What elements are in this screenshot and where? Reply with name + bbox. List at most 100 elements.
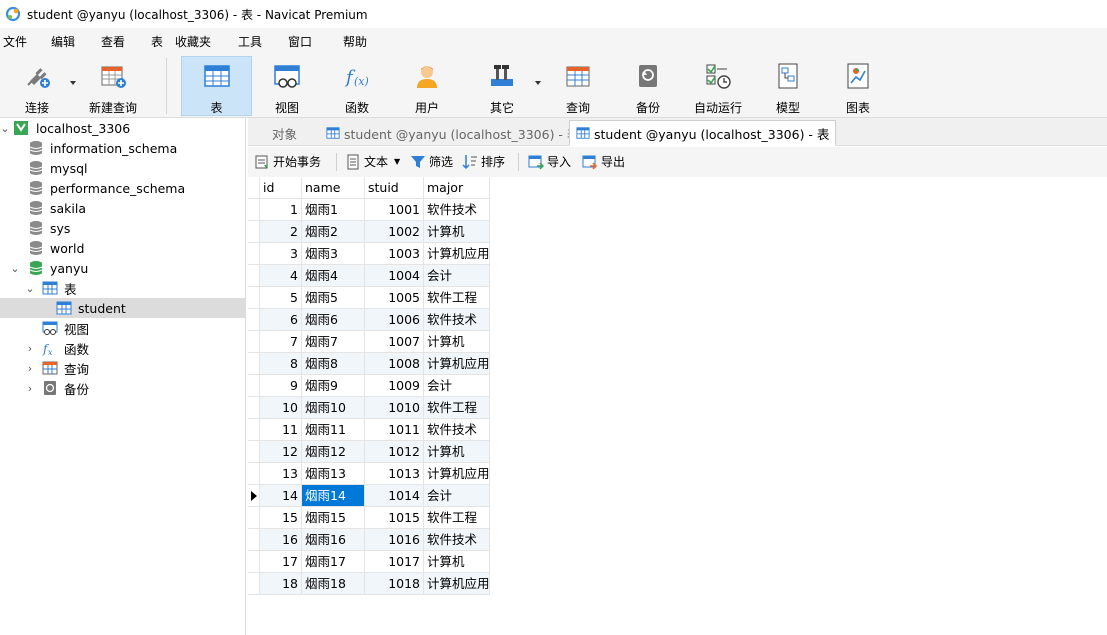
cell-major[interactable]: 软件技术	[424, 199, 490, 221]
cell-id[interactable]: 5	[260, 287, 302, 309]
cell-stuid[interactable]: 1011	[365, 419, 424, 441]
row-indicator[interactable]	[248, 309, 260, 331]
column-header-id[interactable]: id	[260, 177, 302, 199]
menu-view[interactable]: 查看	[101, 33, 125, 50]
cell-stuid[interactable]: 1014	[365, 485, 424, 507]
cell-stuid[interactable]: 1009	[365, 375, 424, 397]
view-button[interactable]: 视图	[263, 56, 311, 116]
cell-name[interactable]: 烟雨4	[302, 265, 365, 287]
cell-stuid[interactable]: 1015	[365, 507, 424, 529]
tab-objects[interactable]: 对象	[266, 120, 303, 146]
cell-major[interactable]: 软件工程	[424, 287, 490, 309]
row-indicator[interactable]	[248, 221, 260, 243]
cell-name[interactable]: 烟雨10	[302, 397, 365, 419]
other-button[interactable]: 其它	[478, 56, 526, 116]
tree-db-information-schema[interactable]: information_schema	[0, 138, 245, 158]
cell-id[interactable]: 14	[260, 485, 302, 507]
row-indicator[interactable]	[248, 375, 260, 397]
row-indicator[interactable]	[248, 463, 260, 485]
cell-name[interactable]: 烟雨18	[302, 573, 365, 595]
tree-folder-functions[interactable]: › f x 函数	[0, 338, 245, 358]
table-row[interactable]: 3 烟雨3 1003 计算机应用:	[248, 243, 490, 265]
tree-db-performance-schema[interactable]: performance_schema	[0, 178, 245, 198]
tree-folder-queries[interactable]: › 查询	[0, 358, 245, 378]
menu-tools[interactable]: 工具	[238, 33, 262, 50]
menu-edit[interactable]: 编辑	[51, 33, 75, 50]
table-row[interactable]: 11 烟雨11 1011 软件技术	[248, 419, 490, 441]
row-indicator[interactable]	[248, 441, 260, 463]
cell-major[interactable]: 软件技术	[424, 309, 490, 331]
table-row[interactable]: 2 烟雨2 1002 计算机	[248, 221, 490, 243]
row-indicator[interactable]	[248, 485, 260, 507]
table-row[interactable]: 5 烟雨5 1005 软件工程	[248, 287, 490, 309]
cell-id[interactable]: 13	[260, 463, 302, 485]
table-row[interactable]: 9 烟雨9 1009 会计	[248, 375, 490, 397]
chevron-right-icon[interactable]: ›	[25, 362, 35, 375]
text-dropdown-icon[interactable]: ▼	[394, 157, 400, 166]
cell-major[interactable]: 计算机	[424, 331, 490, 353]
tree-db-yanyu[interactable]: ⌄ yanyu	[0, 258, 245, 278]
cell-stuid[interactable]: 1018	[365, 573, 424, 595]
cell-major[interactable]: 软件工程	[424, 507, 490, 529]
cell-major[interactable]: 计算机	[424, 441, 490, 463]
cell-stuid[interactable]: 1002	[365, 221, 424, 243]
table-row[interactable]: 16 烟雨16 1016 软件技术	[248, 529, 490, 551]
tree-db-sys[interactable]: sys	[0, 218, 245, 238]
cell-id[interactable]: 3	[260, 243, 302, 265]
sort-button[interactable]: 排序	[462, 153, 505, 170]
import-button[interactable]: 导入	[528, 153, 571, 170]
cell-id[interactable]: 11	[260, 419, 302, 441]
export-button[interactable]: 导出	[582, 153, 625, 170]
cell-name[interactable]: 烟雨13	[302, 463, 365, 485]
table-row[interactable]: 12 烟雨12 1012 计算机	[248, 441, 490, 463]
cell-major[interactable]: 软件工程	[424, 397, 490, 419]
table-button[interactable]: 表	[181, 56, 252, 116]
cell-id[interactable]: 15	[260, 507, 302, 529]
table-row[interactable]: 10 烟雨10 1010 软件工程	[248, 397, 490, 419]
tab-student-active[interactable]: student @yanyu (localhost_3306) - 表	[569, 120, 837, 146]
cell-name[interactable]: 烟雨16	[302, 529, 365, 551]
cell-major[interactable]: 会计	[424, 265, 490, 287]
table-row[interactable]: 17 烟雨17 1017 计算机	[248, 551, 490, 573]
connect-dropdown-icon[interactable]	[70, 81, 76, 85]
model-button[interactable]: 模型	[764, 56, 812, 116]
cell-major[interactable]: 计算机应用:	[424, 243, 490, 265]
chevron-down-icon[interactable]: ⌄	[10, 262, 20, 275]
tree-folder-backups[interactable]: › 备份	[0, 378, 245, 398]
cell-stuid[interactable]: 1005	[365, 287, 424, 309]
cell-id[interactable]: 17	[260, 551, 302, 573]
cell-id[interactable]: 10	[260, 397, 302, 419]
cell-stuid[interactable]: 1004	[365, 265, 424, 287]
cell-id[interactable]: 2	[260, 221, 302, 243]
tree-connection-localhost[interactable]: ⌄ localhost_3306	[0, 118, 245, 138]
cell-name[interactable]: 烟雨12	[302, 441, 365, 463]
chevron-down-icon[interactable]: ⌄	[0, 122, 10, 135]
row-indicator[interactable]	[248, 573, 260, 595]
cell-stuid[interactable]: 1012	[365, 441, 424, 463]
column-header-major[interactable]: major	[424, 177, 490, 199]
cell-name[interactable]: 烟雨1	[302, 199, 365, 221]
cell-id[interactable]: 6	[260, 309, 302, 331]
cell-name[interactable]: 烟雨14	[302, 485, 365, 507]
connect-button[interactable]: 连接	[14, 56, 60, 116]
row-indicator[interactable]	[248, 287, 260, 309]
cell-name[interactable]: 烟雨11	[302, 419, 365, 441]
cell-id[interactable]: 12	[260, 441, 302, 463]
menu-favorites[interactable]: 收藏夹	[175, 33, 211, 50]
tab-student-1[interactable]: student @yanyu (localhost_3306) - 表	[320, 120, 585, 146]
cell-major[interactable]: 计算机	[424, 551, 490, 573]
cell-stuid[interactable]: 1003	[365, 243, 424, 265]
table-row[interactable]: 15 烟雨15 1015 软件工程	[248, 507, 490, 529]
new-query-button[interactable]: 新建查询	[86, 56, 140, 116]
table-row[interactable]: 8 烟雨8 1008 计算机应用:	[248, 353, 490, 375]
menu-file[interactable]: 文件	[3, 33, 27, 50]
menu-window[interactable]: 窗口	[288, 33, 312, 50]
cell-major[interactable]: 软件技术	[424, 419, 490, 441]
row-indicator[interactable]	[248, 265, 260, 287]
cell-major[interactable]: 计算机应用:	[424, 573, 490, 595]
cell-major[interactable]: 计算机应用:	[424, 463, 490, 485]
filter-button[interactable]: 筛选	[410, 153, 453, 170]
cell-stuid[interactable]: 1016	[365, 529, 424, 551]
begin-transaction-button[interactable]: 开始事务	[254, 153, 321, 170]
table-row[interactable]: 6 烟雨6 1006 软件技术	[248, 309, 490, 331]
